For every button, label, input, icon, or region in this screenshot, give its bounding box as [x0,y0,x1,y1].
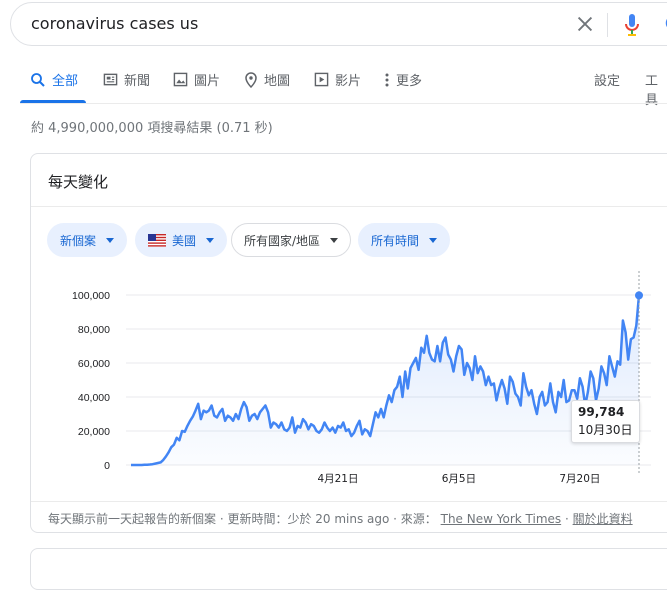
footer-separator: · [564,512,573,526]
caret-down-icon [429,237,438,243]
card-footer-divider [31,501,667,502]
caret-down-icon [106,237,115,243]
search-tabs: 全部 新聞 圖片 地圖 影片 更多 設定 工具 [0,64,667,108]
microphone-icon[interactable] [623,13,641,37]
tab-label: 設定 [594,74,621,89]
close-icon[interactable] [574,13,596,35]
search-icon [31,72,45,87]
y-tick-label: 100,000 [72,290,110,302]
country-dropdown[interactable]: 美國 [135,223,228,257]
tab-news[interactable]: 新聞 [103,70,150,89]
tab-label: 影片 [335,74,362,89]
tab-label: 全部 [52,74,79,89]
map-pin-icon [245,71,257,88]
caret-down-icon [206,237,215,243]
covid-stats-card: 每天變化 新個案 美國 所有國家/地區 所有時間 0 20,000 40,000… [30,153,667,533]
about-data-link[interactable]: 關於此資料 [573,512,633,526]
tab-images[interactable]: 圖片 [173,70,220,89]
tab-maps[interactable]: 地圖 [244,70,290,89]
tooltip-value: 99,784 [578,405,625,419]
search-icon[interactable] [663,13,667,37]
x-tick-label: 7月20日 [559,473,600,485]
card-title: 每天變化 [48,173,109,191]
hover-point [635,291,643,300]
video-icon [314,72,329,87]
time-range-dropdown-label: 所有時間 [371,233,420,248]
tab-videos[interactable]: 影片 [314,70,361,89]
y-tick-label: 20,000 [78,426,110,438]
caret-down-icon [330,237,339,243]
tab-label: 新聞 [124,74,151,89]
search-bar[interactable]: coronavirus cases us [10,2,667,46]
image-icon [173,72,188,87]
y-tick-label: 40,000 [78,392,110,404]
tab-label: 圖片 [194,74,221,89]
metric-dropdown[interactable]: 新個案 [47,223,128,257]
us-flag-icon [148,233,166,247]
news-icon [103,73,118,86]
tooltip-date: 10月30日 [578,423,633,437]
daily-cases-chart[interactable]: 0 20,000 40,000 60,000 80,000 100,000 4月21日 6月… [31,266,667,491]
country-dropdown-label: 美國 [172,233,197,248]
y-tick-label: 0 [104,460,110,472]
metric-dropdown-label: 新個案 [60,233,97,248]
tab-label: 更多 [396,74,423,89]
card-footer: 每天顯示前一天起報告的新個案 · 更新時間：少於 20 mins ago · 來… [48,510,633,527]
next-card [30,548,667,590]
time-range-dropdown[interactable]: 所有時間 [358,223,451,257]
search-input[interactable]: coronavirus cases us [31,14,198,33]
region-dropdown-label: 所有國家/地區 [244,233,321,248]
tab-label: 地圖 [264,74,291,89]
card-header-divider [31,206,667,207]
result-stats: 約 4,990,000,000 項搜尋結果 (0.71 秒) [31,121,273,136]
chart-tooltip: 99,784 10月30日 [571,400,640,443]
x-tick-label: 6月5日 [442,473,476,485]
tab-all[interactable]: 全部 [30,70,78,89]
y-tick-label: 60,000 [78,358,110,370]
search-bar-divider [607,13,608,37]
y-tick-label: 80,000 [78,324,110,336]
x-tick-label: 4月21日 [317,473,358,485]
region-dropdown[interactable]: 所有國家/地區 [231,223,352,257]
source-link[interactable]: The New York Times [441,512,562,526]
tab-settings[interactable]: 設定 [594,70,620,89]
more-vert-icon [385,73,389,86]
tabs-divider [20,103,667,104]
tab-more[interactable]: 更多 [384,70,422,89]
footer-text: 每天顯示前一天起報告的新個案 · 更新時間：少於 20 mins ago · 來… [48,512,437,526]
